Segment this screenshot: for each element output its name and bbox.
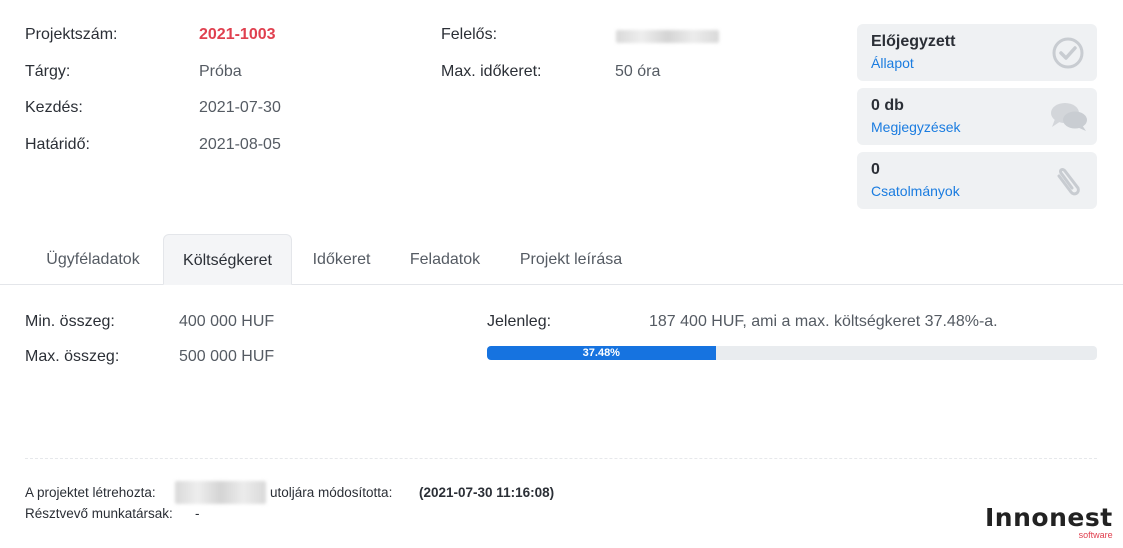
logo-main-text: Innonest	[985, 503, 1113, 532]
paperclip-icon	[1057, 168, 1080, 196]
max-time-value: 50 óra	[615, 63, 661, 80]
creator-name-redacted	[175, 481, 266, 504]
project-number-label: Projektszám:	[25, 26, 118, 43]
deadline-label: Határidő:	[25, 136, 90, 153]
comments-card: 0 db Megjegyzések	[857, 88, 1097, 145]
footer-divider	[25, 458, 1097, 459]
status-card: Előjegyzett Állapot	[857, 24, 1097, 81]
comments-count: 0 db	[871, 97, 904, 114]
budget-progress-fill: 37.48%	[487, 346, 716, 360]
status-value: Előjegyzett	[871, 33, 956, 50]
max-time-label: Max. időkeret:	[441, 63, 542, 80]
responsible-name-redacted	[616, 30, 719, 43]
modified-timestamp: (2021-07-30 11:16:08)	[419, 485, 555, 500]
comments-link[interactable]: Megjegyzések	[871, 119, 961, 135]
modified-by-label: utoljára módosította:	[270, 485, 393, 500]
project-number-value: 2021-1003	[199, 26, 276, 43]
tab-project-description[interactable]: Projekt leírása	[502, 234, 640, 285]
subject-label: Tárgy:	[25, 63, 71, 80]
responsible-label: Felelős:	[441, 26, 498, 43]
max-amount-value: 500 000 HUF	[179, 348, 275, 365]
min-amount-value: 400 000 HUF	[179, 313, 275, 330]
participants-value: -	[195, 506, 200, 521]
created-by-label: A projektet létrehozta:	[25, 485, 156, 500]
current-amount-label: Jelenleg:	[487, 313, 552, 330]
current-amount-value: 187 400 HUF, ami a max. költségkeret 37.…	[649, 313, 998, 330]
tab-bar: Ügyféladatok Költségkeret Időkeret Felad…	[0, 234, 1123, 285]
check-circle-icon	[1052, 37, 1084, 69]
tab-budget[interactable]: Költségkeret	[163, 234, 292, 285]
tab-client-data[interactable]: Ügyféladatok	[25, 234, 161, 285]
subject-value: Próba	[199, 63, 242, 80]
status-link[interactable]: Állapot	[871, 55, 914, 71]
comments-icon	[1051, 103, 1087, 131]
attachments-count: 0	[871, 161, 880, 178]
participants-label: Résztvevő munkatársak:	[25, 506, 173, 521]
attachments-card: 0 Csatolmányok	[857, 152, 1097, 209]
tab-time-budget[interactable]: Időkeret	[295, 234, 388, 285]
start-date-value: 2021-07-30	[199, 99, 281, 116]
start-date-label: Kezdés:	[25, 99, 83, 116]
tab-tasks[interactable]: Feladatok	[392, 234, 498, 285]
innonest-logo: Innonest software	[985, 503, 1113, 540]
deadline-value: 2021-08-05	[199, 136, 281, 153]
max-amount-label: Max. összeg:	[25, 348, 120, 365]
budget-progress-bar: 37.48%	[487, 346, 1097, 360]
attachments-link[interactable]: Csatolmányok	[871, 183, 960, 199]
logo-sub-text: software	[1078, 530, 1113, 540]
min-amount-label: Min. összeg:	[25, 313, 115, 330]
